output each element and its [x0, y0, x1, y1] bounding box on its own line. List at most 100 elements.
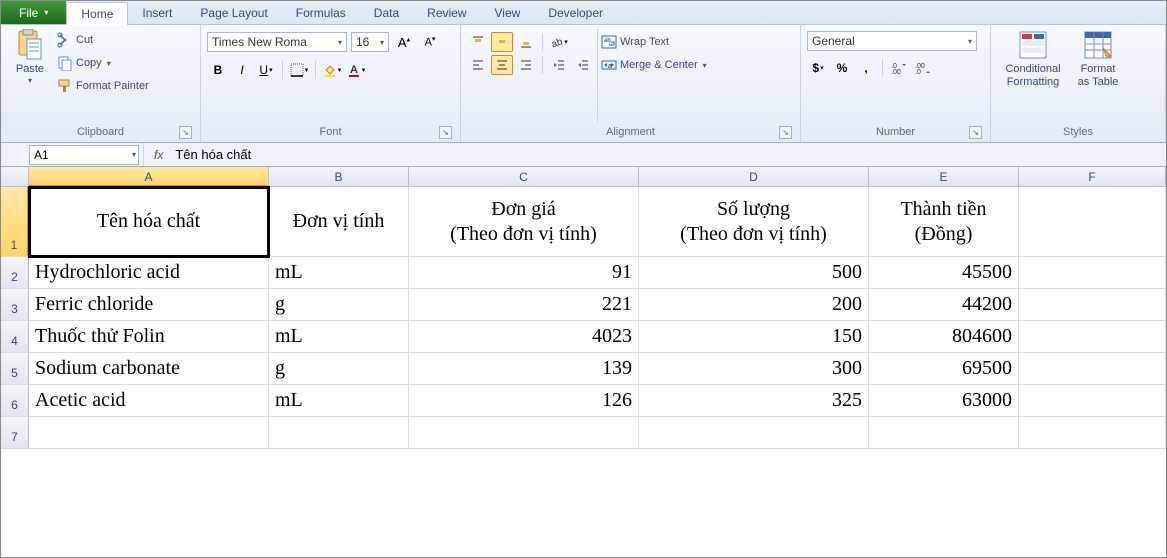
tab-formulas[interactable]: Formulas	[282, 1, 360, 24]
row-header-5[interactable]: 5	[1, 353, 29, 385]
cell-C7[interactable]	[409, 417, 639, 449]
dialog-launcher-icon[interactable]: ↘	[179, 126, 192, 139]
currency-button[interactable]: $▾	[807, 58, 829, 78]
cell-B3[interactable]: g	[269, 289, 409, 321]
select-all-corner[interactable]	[1, 167, 29, 187]
dialog-launcher-icon[interactable]: ↘	[969, 126, 982, 139]
fx-icon[interactable]: fx	[154, 148, 163, 162]
underline-button[interactable]: U▾	[255, 60, 277, 80]
row-header-2[interactable]: 2	[1, 257, 29, 289]
cell-A1[interactable]: Tên hóa chất	[29, 187, 269, 257]
font-name-select[interactable]: Times New Roma▾	[207, 32, 347, 52]
dialog-launcher-icon[interactable]: ↘	[779, 126, 792, 139]
cell-B5[interactable]: g	[269, 353, 409, 385]
tab-data[interactable]: Data	[360, 1, 413, 24]
cell-E2[interactable]: 45500	[869, 257, 1019, 289]
column-header-D[interactable]: D	[639, 167, 869, 187]
decrease-font-button[interactable]: A▾	[419, 32, 441, 52]
cell-E6[interactable]: 63000	[869, 385, 1019, 417]
cut-button[interactable]: Cut	[57, 29, 149, 51]
name-box[interactable]: A1 ▾	[29, 145, 139, 165]
cell-D7[interactable]	[639, 417, 869, 449]
cell-C4[interactable]: 4023	[409, 321, 639, 353]
row-header-1[interactable]: 1	[1, 187, 29, 257]
align-center-button[interactable]	[491, 55, 513, 75]
percent-button[interactable]: %	[831, 58, 853, 78]
align-left-button[interactable]	[467, 55, 489, 75]
cell-D1[interactable]: Số lượng (Theo đơn vị tính)	[639, 187, 869, 257]
formula-input[interactable]	[171, 143, 1166, 166]
fill-color-button[interactable]: ▾	[321, 60, 343, 80]
cell-B1[interactable]: Đơn vị tính	[269, 187, 409, 257]
number-format-select[interactable]: General▾	[807, 31, 977, 51]
cell-D5[interactable]: 300	[639, 353, 869, 385]
tab-view[interactable]: View	[481, 1, 535, 24]
increase-font-button[interactable]: A▴	[393, 32, 415, 52]
font-size-select[interactable]: 16▾	[351, 32, 389, 52]
cell-E7[interactable]	[869, 417, 1019, 449]
cell-B2[interactable]: mL	[269, 257, 409, 289]
cell-F3[interactable]	[1019, 289, 1166, 321]
cell-F2[interactable]	[1019, 257, 1166, 289]
column-header-A[interactable]: A	[29, 167, 269, 187]
cell-A5[interactable]: Sodium carbonate	[29, 353, 269, 385]
cell-C6[interactable]: 126	[409, 385, 639, 417]
align-top-button[interactable]	[467, 32, 489, 52]
merge-center-button[interactable]: a Merge & Center ▾	[601, 54, 707, 76]
cell-F4[interactable]	[1019, 321, 1166, 353]
decrease-decimal-button[interactable]: .00.0	[912, 58, 934, 78]
format-as-table-button[interactable]: Format as Table	[1069, 27, 1127, 89]
cell-D4[interactable]: 150	[639, 321, 869, 353]
conditional-formatting-button[interactable]: Conditional Formatting	[997, 27, 1069, 89]
align-bottom-button[interactable]	[515, 32, 537, 52]
cell-F5[interactable]	[1019, 353, 1166, 385]
tab-developer[interactable]: Developer	[534, 1, 617, 24]
row-header-4[interactable]: 4	[1, 321, 29, 353]
column-header-B[interactable]: B	[269, 167, 409, 187]
dialog-launcher-icon[interactable]: ↘	[439, 126, 452, 139]
paste-button[interactable]: Paste ▾	[7, 27, 53, 85]
cell-E1[interactable]: Thành tiền (Đồng)	[869, 187, 1019, 257]
wrap-text-button[interactable]: ab Wrap Text	[601, 31, 707, 53]
tab-page-layout[interactable]: Page Layout	[186, 1, 281, 24]
cell-F7[interactable]	[1019, 417, 1166, 449]
column-header-F[interactable]: F	[1019, 167, 1166, 187]
cell-C2[interactable]: 91	[409, 257, 639, 289]
cell-A4[interactable]: Thuốc thử Folin	[29, 321, 269, 353]
align-middle-button[interactable]	[491, 32, 513, 52]
cell-A2[interactable]: Hydrochloric acid	[29, 257, 269, 289]
cell-C5[interactable]: 139	[409, 353, 639, 385]
increase-decimal-button[interactable]: .0.00	[888, 58, 910, 78]
cell-D3[interactable]: 200	[639, 289, 869, 321]
bold-button[interactable]: B	[207, 60, 229, 80]
cell-B6[interactable]: mL	[269, 385, 409, 417]
cell-D2[interactable]: 500	[639, 257, 869, 289]
tab-file[interactable]: File ▾	[1, 1, 66, 24]
tab-review[interactable]: Review	[413, 1, 480, 24]
cell-E4[interactable]: 804600	[869, 321, 1019, 353]
decrease-indent-button[interactable]	[548, 55, 570, 75]
copy-button[interactable]: Copy ▾	[57, 52, 149, 74]
cell-D6[interactable]: 325	[639, 385, 869, 417]
italic-button[interactable]: I	[231, 60, 253, 80]
cell-E5[interactable]: 69500	[869, 353, 1019, 385]
format-painter-button[interactable]: Format Painter	[57, 75, 149, 97]
cell-A3[interactable]: Ferric chloride	[29, 289, 269, 321]
column-header-C[interactable]: C	[409, 167, 639, 187]
cell-E3[interactable]: 44200	[869, 289, 1019, 321]
column-header-E[interactable]: E	[869, 167, 1019, 187]
orientation-button[interactable]: ab▾	[548, 32, 570, 52]
cell-F1[interactable]	[1019, 187, 1166, 257]
cell-C3[interactable]: 221	[409, 289, 639, 321]
cell-F6[interactable]	[1019, 385, 1166, 417]
cell-B7[interactable]	[269, 417, 409, 449]
font-color-button[interactable]: A▾	[345, 60, 367, 80]
row-header-7[interactable]: 7	[1, 417, 29, 449]
border-button[interactable]: ▾	[288, 60, 310, 80]
align-right-button[interactable]	[515, 55, 537, 75]
cell-A6[interactable]: Acetic acid	[29, 385, 269, 417]
cell-A7[interactable]	[29, 417, 269, 449]
tab-insert[interactable]: Insert	[128, 1, 186, 24]
increase-indent-button[interactable]	[572, 55, 594, 75]
row-header-6[interactable]: 6	[1, 385, 29, 417]
